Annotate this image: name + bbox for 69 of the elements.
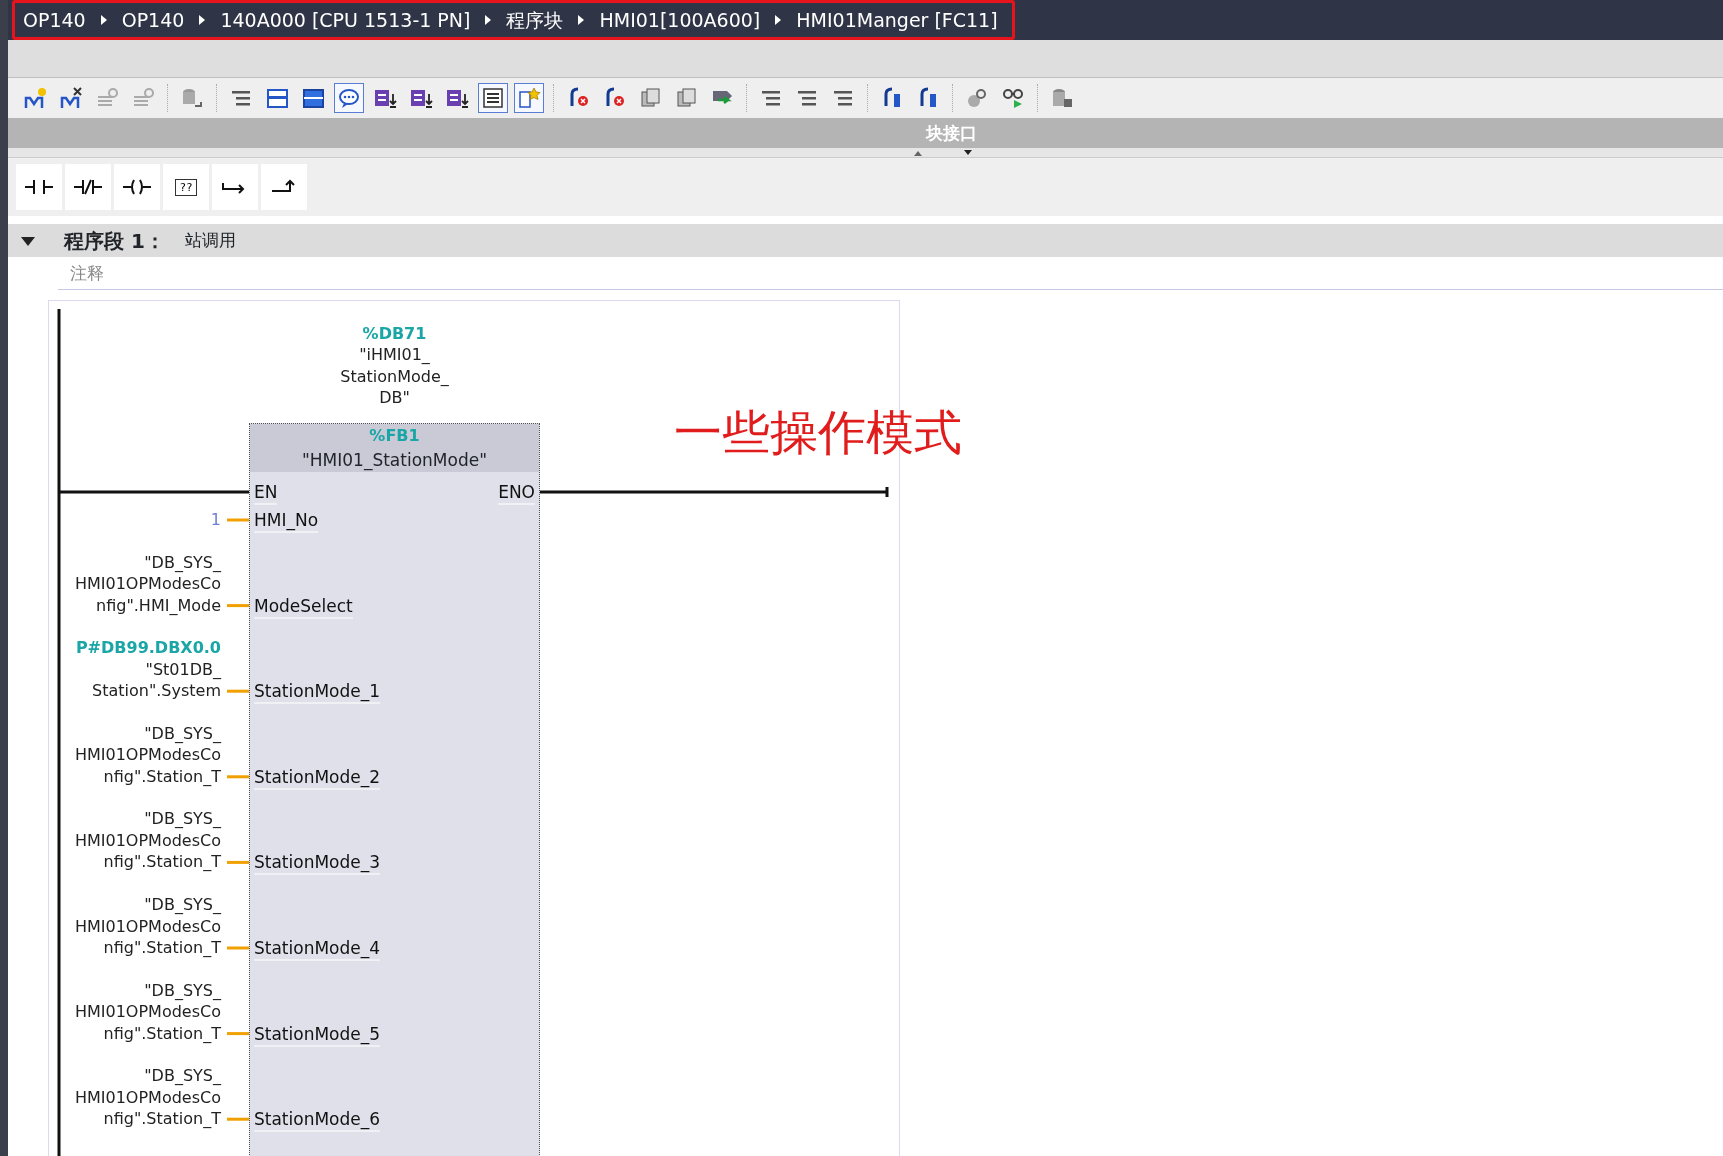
eno-pin: ENO — [498, 481, 535, 505]
window-icon — [301, 86, 325, 110]
pin-name: StationMode_1 — [254, 680, 381, 705]
input-wire — [227, 689, 249, 693]
input-wire — [227, 1117, 249, 1121]
input-wire — [227, 860, 249, 864]
insert-network-icon — [23, 86, 47, 110]
en-pin: EN — [254, 481, 278, 505]
operand-tag: "DB_SYS_ HMI01OPModesCo nfig".Station_T — [74, 979, 221, 1045]
breadcrumb-link[interactable]: 140A000 [CPU 1513-1 PN] — [220, 5, 471, 35]
box-button[interactable]: ?? — [163, 164, 209, 210]
list-button[interactable] — [478, 83, 508, 113]
operand-tag: "St01DB_ Station".System — [92, 658, 221, 702]
chevron-right-icon — [198, 14, 207, 26]
operand-constant: 1 — [210, 509, 221, 531]
breadcrumb-link[interactable]: HMI01Manger [FC11] — [796, 5, 998, 35]
contact-button[interactable] — [16, 164, 62, 210]
copy-icon — [638, 86, 662, 110]
breadcrumb-link[interactable]: 程序块 — [506, 5, 564, 35]
operand-tag: "DB_SYS_ HMI01OPModesCo nfig".Station_T — [74, 808, 221, 873]
breadcrumb-link[interactable]: OP140 — [23, 5, 86, 35]
comment-field[interactable]: 注释 — [58, 257, 1723, 290]
operand-tag: "DB_SYS_ HMI01OPModesCo nfig".Station_T — [74, 722, 221, 788]
contact-button[interactable] — [65, 164, 111, 210]
chevron-right-icon — [577, 14, 586, 26]
glasses-icon — [1001, 86, 1025, 110]
star-button[interactable] — [514, 83, 544, 113]
list-icon — [481, 86, 505, 110]
pin-name: StationMode_5 — [254, 1022, 381, 1047]
input-wire — [227, 1032, 249, 1036]
input-wire — [227, 946, 249, 950]
chevron-right-icon — [99, 14, 108, 26]
block-address: %FB1 — [368, 425, 421, 447]
coil-button[interactable] — [114, 164, 160, 210]
chevron-right-icon — [774, 14, 783, 26]
pin-name: StationMode_6 — [254, 1108, 381, 1133]
pin-name: StationMode_2 — [254, 765, 381, 790]
input-wire — [227, 604, 249, 608]
speech-bubble-icon — [337, 86, 361, 110]
block-name: "HMI01_StationMode" — [301, 449, 488, 473]
speech-bubble-button[interactable] — [334, 83, 364, 113]
annotation-text: 一些操作模式 — [674, 403, 962, 462]
pin-name: StationMode_3 — [254, 851, 381, 876]
database-icon — [180, 86, 204, 110]
input-wire — [227, 518, 249, 522]
chevron-right-icon — [484, 14, 493, 26]
operand-address: P#DB99.DBX0.0 — [75, 637, 221, 659]
pin-name: HMI_No — [254, 509, 319, 533]
instance-db-name: "iHMI01_ StationMode_ DB" — [339, 344, 450, 409]
operand-tag: "DB_SYS_ HMI01OPModesCo nfig".Station_T — [74, 1065, 221, 1130]
branch-button[interactable] — [261, 164, 307, 210]
branch-button[interactable] — [212, 164, 258, 210]
star-icon — [517, 86, 541, 110]
panel-header: 块接口 — [8, 118, 1723, 148]
database-icon — [1050, 86, 1074, 110]
copy-icon — [674, 86, 698, 110]
instance-address: %DB71 — [361, 323, 428, 345]
network-subtitle: 站调用 — [184, 228, 236, 252]
breadcrumb-link[interactable]: OP140 — [121, 5, 185, 35]
window-icon — [265, 86, 289, 110]
operand-tag: "DB_SYS_ HMI01OPModesCo nfig".HMI_Mode — [74, 551, 221, 617]
breadcrumb-link[interactable]: HMI01[100A600] — [599, 5, 761, 35]
operand-tag: "DB_SYS_ HMI01OPModesCo nfig".Station_T — [74, 894, 221, 959]
caret-icon[interactable] — [20, 234, 36, 247]
delete-network-icon — [59, 86, 83, 110]
network-title: 程序段 1： — [64, 227, 165, 255]
input-wire — [227, 775, 249, 779]
pin-name: StationMode_4 — [254, 937, 381, 961]
pin-name: ModeSelect — [254, 594, 353, 619]
